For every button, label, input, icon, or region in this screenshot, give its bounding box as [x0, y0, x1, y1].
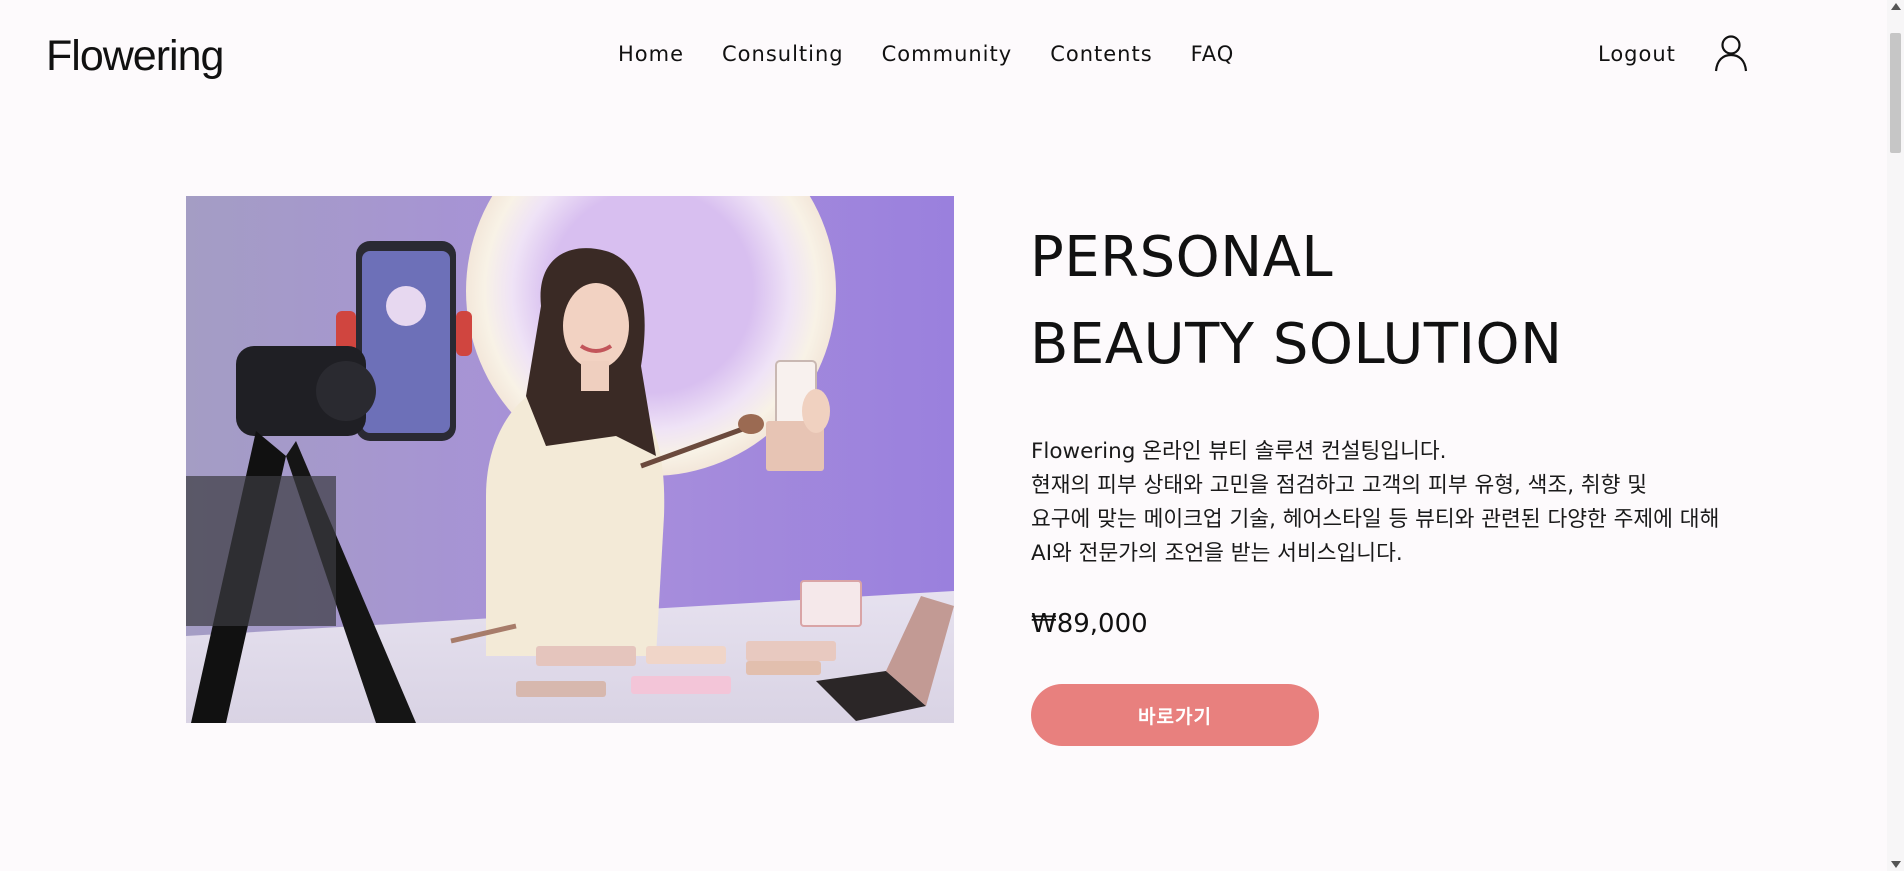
scroll-down-icon[interactable] [1891, 861, 1901, 868]
scrollbar[interactable] [1887, 0, 1904, 871]
nav-faq[interactable]: FAQ [1191, 42, 1235, 66]
scroll-up-icon[interactable] [1891, 3, 1901, 10]
scrollbar-thumb[interactable] [1890, 33, 1901, 153]
user-icon[interactable] [1714, 34, 1748, 72]
description-line: 현재의 피부 상태와 고민을 점검하고 고객의 피부 유형, 색조, 취향 및 [1031, 473, 1648, 498]
makeup-creator-illustration [186, 196, 954, 723]
hero-title-line1: PERSONAL [1030, 225, 1334, 290]
price: ₩89,000 [1031, 609, 1148, 639]
main-nav: Home Consulting Community Contents FAQ [618, 42, 1234, 66]
hero-description: Flowering 온라인 뷰티 솔루션 컨설팅입니다. 현재의 피부 상태와 … [1031, 435, 1751, 571]
description-line: AI와 전문가의 조언을 받는 서비스입니다. [1031, 541, 1403, 566]
hero-image [186, 196, 954, 723]
nav-community[interactable]: Community [882, 42, 1013, 66]
logout-link[interactable]: Logout [1598, 42, 1676, 66]
go-now-button[interactable]: 바로가기 [1031, 684, 1319, 746]
nav-home[interactable]: Home [618, 42, 684, 66]
description-line: Flowering 온라인 뷰티 솔루션 컨설팅입니다. [1031, 439, 1447, 464]
logo[interactable]: Flowering [46, 32, 224, 81]
nav-contents[interactable]: Contents [1050, 42, 1152, 66]
description-line: 요구에 맞는 메이크업 기술, 헤어스타일 등 뷰티와 관련된 다양한 주제에 … [1031, 507, 1720, 532]
hero-title-line2: BEAUTY SOLUTION [1030, 312, 1563, 377]
nav-consulting[interactable]: Consulting [722, 42, 844, 66]
hero-title: PERSONAL BEAUTY SOLUTION [1030, 214, 1563, 388]
